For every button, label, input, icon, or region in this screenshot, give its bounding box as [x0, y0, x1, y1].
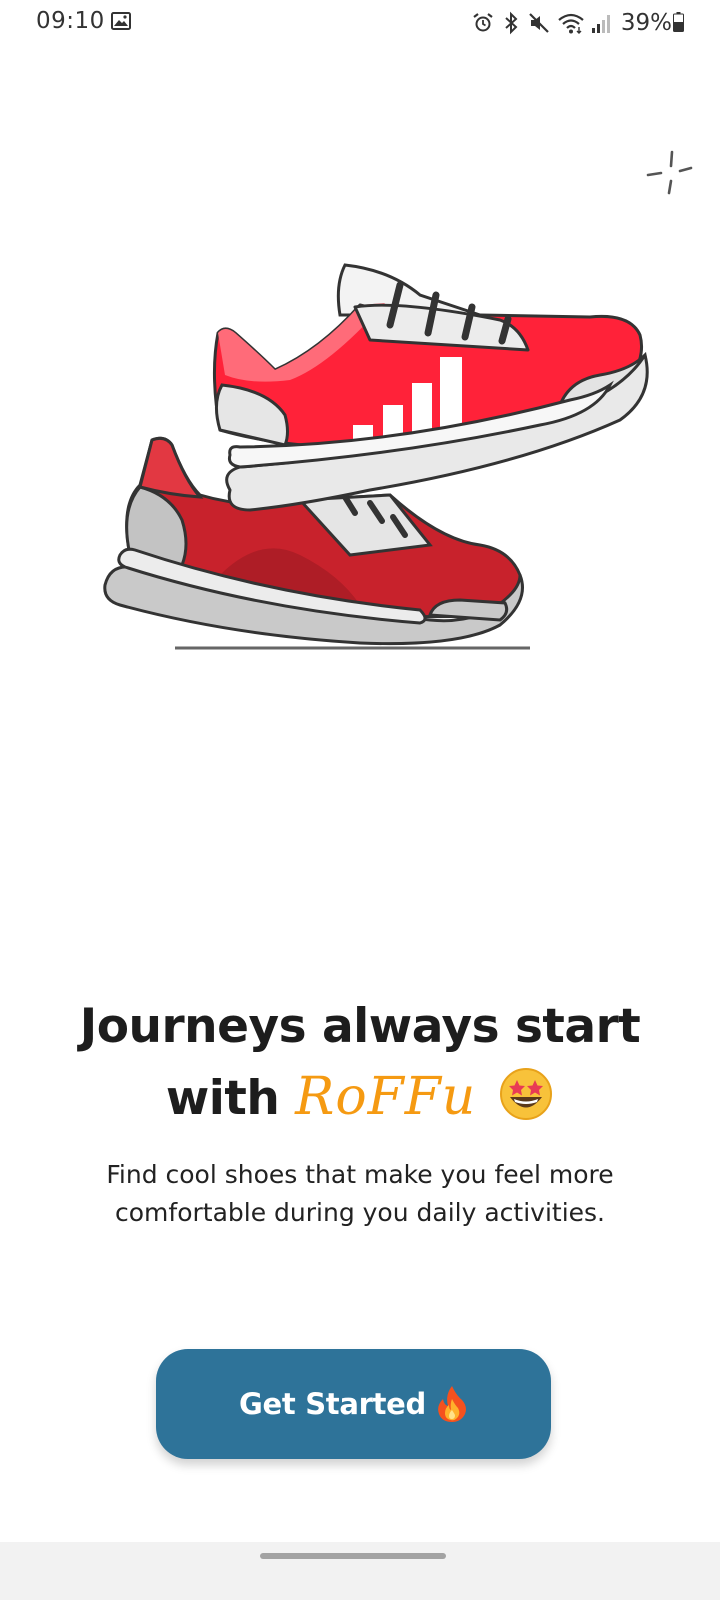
mute-icon	[529, 13, 549, 33]
onboarding-screen: 09:10 39% Journeys always start with RoF…	[0, 0, 720, 1600]
bluetooth-icon	[505, 11, 518, 35]
brand-name: RoFFu	[295, 1067, 477, 1127]
headline-line-1: Journeys always start	[79, 999, 641, 1054]
status-icons: 39%	[471, 10, 672, 36]
get-started-button[interactable]: Get Started	[156, 1349, 551, 1459]
subtitle-line-2: comfortable during you daily activities.	[115, 1198, 605, 1227]
headline-line-2: with RoFFu	[40, 1062, 680, 1134]
get-started-label: Get Started	[238, 1387, 427, 1421]
wifi-icon	[558, 13, 584, 34]
battery-percentage: 39%	[620, 10, 672, 36]
status-time: 09:10	[36, 8, 105, 34]
signal-icon	[591, 15, 610, 33]
subtitle-line-1: Find cool shoes that make you feel more	[106, 1160, 614, 1189]
star-struck-emoji	[500, 1068, 553, 1120]
headline: Journeys always start with RoFFu	[40, 992, 680, 1134]
subtitle: Find cool shoes that make you feel more …	[50, 1156, 670, 1232]
status-bar: 09:10 39%	[0, 0, 720, 48]
battery-icon	[673, 12, 684, 32]
system-nav-bar	[0, 1542, 720, 1600]
top-shoe	[212, 263, 649, 512]
headline-prefix: with	[165, 1071, 280, 1126]
home-gesture-handle[interactable]	[260, 1553, 446, 1559]
sparkle-icon	[646, 150, 693, 195]
alarm-icon	[473, 13, 493, 32]
sneakers-illustration	[103, 263, 649, 650]
gallery-icon	[111, 12, 131, 30]
fire-emoji	[438, 1386, 467, 1422]
